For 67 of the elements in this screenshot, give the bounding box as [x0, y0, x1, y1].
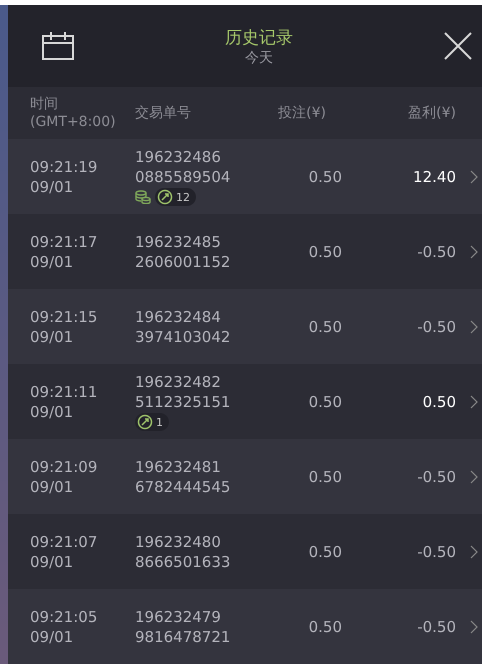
profit-amount: -0.50 [416, 318, 456, 336]
profit-amount: 0.50 [422, 392, 456, 410]
time-text: 09:21:19 [30, 156, 98, 176]
transaction-id: 5112325151 [135, 392, 232, 412]
profit-amount: -0.50 [416, 542, 456, 560]
column-header: 投注(¥) [277, 104, 327, 122]
chevron-icon [470, 470, 478, 484]
stake-amount: 0.50 [308, 168, 342, 186]
coins-icon [135, 190, 151, 204]
chevron-icon [470, 320, 478, 334]
stake-amount: 0.50 [308, 392, 342, 410]
profit-amount: 12.40 [412, 168, 456, 186]
history-row[interactable]: 09:21:15 09/01 196232484 3974103042 0.50 -0.50 [8, 289, 482, 364]
transaction-id: 196232484 [135, 306, 222, 326]
transaction-id: 196232479 [135, 606, 222, 626]
time-text: 09:21:11 [30, 382, 98, 402]
transaction-id: 196232480 [135, 532, 222, 552]
column-header: 盈利(¥) [407, 104, 457, 122]
profit-amount: -0.50 [416, 618, 456, 636]
stake-amount: 0.50 [308, 318, 342, 336]
transaction-id: 0885589504 [135, 167, 232, 187]
close-button[interactable] [444, 32, 472, 60]
column-header: 交易单号 [135, 104, 192, 122]
date-text: 09/01 [30, 326, 74, 346]
time-text: 09:21:05 [30, 606, 98, 626]
profit-amount: -0.50 [416, 242, 456, 260]
history-row[interactable]: 09:21:17 09/01 196232485 2606001152 0.50 -0.50 [8, 214, 482, 289]
chevron-icon [470, 395, 478, 409]
transaction-id: 196232486 [135, 147, 222, 167]
calendar-button[interactable] [42, 32, 74, 60]
history-row[interactable]: 09:21:09 09/01 196232481 6782444545 0.50 -0.50 [8, 439, 482, 514]
time-text: 09:21:17 [30, 232, 98, 252]
chevron-icon [470, 620, 478, 634]
date-text: 09/01 [30, 552, 74, 572]
transaction-id: 9816478721 [135, 626, 232, 646]
date-text: 09/01 [30, 626, 74, 646]
chevron-icon [470, 545, 478, 559]
stake-amount: 0.50 [308, 242, 342, 260]
transaction-id: 6782444545 [135, 476, 232, 496]
transaction-id: 196232481 [135, 456, 222, 476]
time-text: 09:21:09 [30, 456, 98, 476]
transaction-id: 8666501633 [135, 552, 232, 572]
date-subtitle: 今天 [245, 48, 273, 67]
free-spins-badge: 12 [155, 188, 196, 206]
time-text: 09:21:07 [30, 532, 98, 552]
stake-amount: 0.50 [308, 618, 342, 636]
stake-amount: 0.50 [308, 542, 342, 560]
history-row[interactable]: 09:21:11 09/01 196232482 5112325151 1 0.50 0.50 [8, 364, 482, 439]
date-text: 09/01 [30, 176, 74, 196]
time-text: 09:21:15 [30, 306, 98, 326]
transaction-id: 196232482 [135, 372, 222, 392]
history-row[interactable]: 09:21:05 09/01 196232479 9816478721 0.50 -0.50 [8, 589, 482, 664]
history-row[interactable]: 09:21:19 09/01 196232486 0885589504 12 0.50 12.40 [8, 139, 482, 214]
history-title: 历史记录 [225, 26, 293, 49]
transaction-id: 196232485 [135, 232, 222, 252]
date-text: 09/01 [30, 402, 74, 422]
stake-amount: 0.50 [308, 468, 342, 486]
history-row[interactable]: 09:21:07 09/01 196232480 8666501633 0.50 -0.50 [8, 514, 482, 589]
chevron-icon [470, 245, 478, 259]
date-text: 09/01 [30, 476, 74, 496]
transaction-id: 2606001152 [135, 252, 232, 272]
profit-amount: -0.50 [416, 468, 456, 486]
chevron-icon [470, 170, 478, 184]
date-text: 09/01 [30, 252, 74, 272]
free-spins-badge: 1 [135, 413, 169, 431]
transaction-id: 3974103042 [135, 326, 232, 346]
column-header: 时间 (GMT+8:00) [30, 95, 117, 132]
